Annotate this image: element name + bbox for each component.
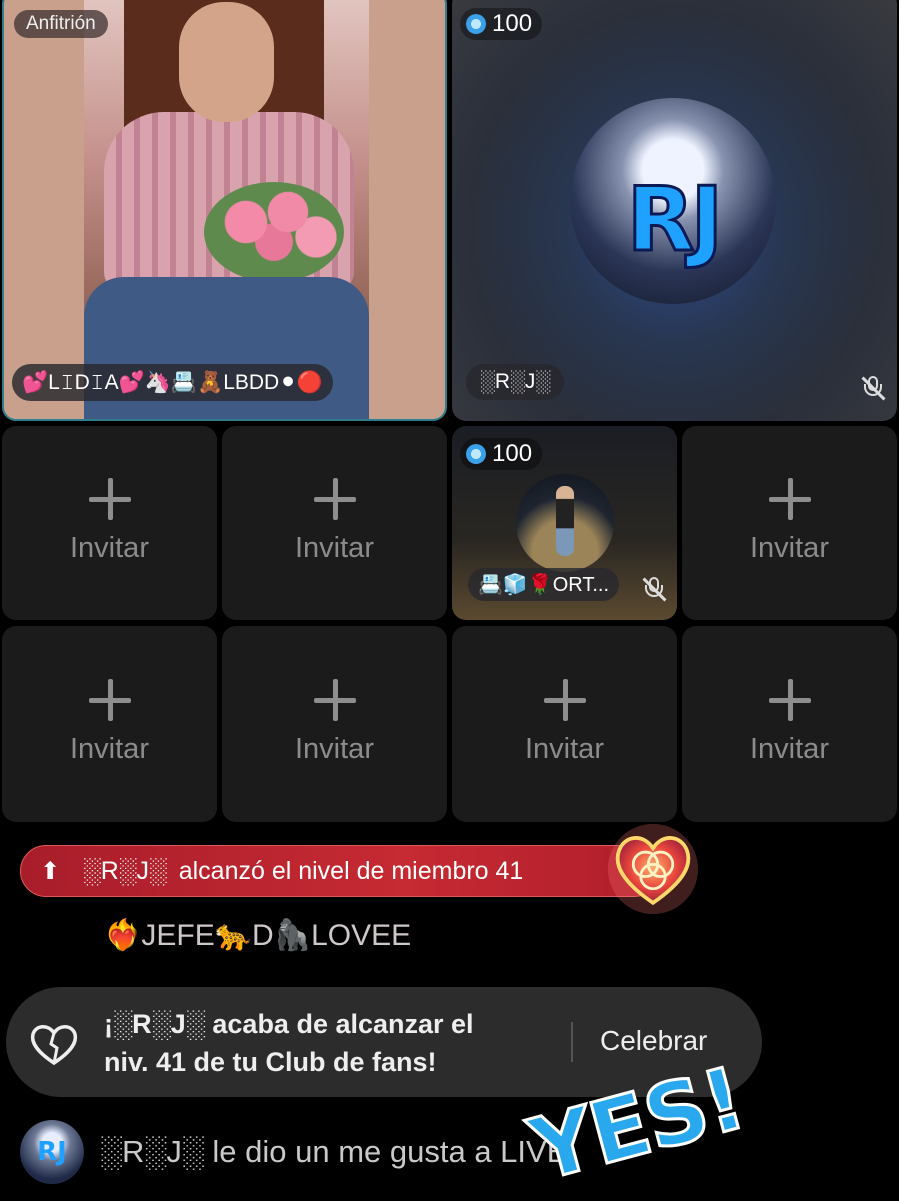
heart-badge-icon [607, 823, 699, 915]
fan-name-line: ❤️‍🔥JEFE🐆D🦍LOVEE [104, 919, 412, 952]
club-notice-text: ¡░R░J░ acaba de alcanzar el niv. 41 de t… [104, 1009, 474, 1077]
guest-tile-ort[interactable]: 100 📇🧊🌹ORT... [452, 426, 677, 620]
guest-avatar [516, 474, 614, 572]
host-video-tile[interactable]: Anfitrión 💕L𝙸D𝙸A💕🦄📇🧸LBDD⚫🔴 [2, 0, 447, 421]
invite-label: Invitar [295, 732, 374, 765]
arrow-up-icon: ⬆ [39, 857, 61, 885]
guest-tile-rj[interactable]: 100 RJ ░R░J░ [452, 0, 897, 421]
notice-text: alcanzó el nivel de miembro 41 [178, 856, 524, 885]
heart-outline-icon [30, 1025, 78, 1066]
plus-icon [767, 476, 813, 522]
notice-user: ░R░J░ [83, 856, 167, 885]
mic-off-icon [860, 375, 886, 401]
level-up-notice: ⬆ ░R░J░ alcanzó el nivel de miembro 41 [20, 845, 660, 897]
host-photo [84, 0, 369, 419]
invite-label: Invitar [70, 531, 149, 564]
invite-label: Invitar [750, 732, 829, 765]
plus-icon [87, 476, 133, 522]
like-message-text: ░R░J░ le dio un me gusta a LIVE [100, 1134, 568, 1169]
plus-icon [767, 677, 813, 723]
guest-avatar: RJ [570, 98, 776, 304]
invite-slot[interactable]: Invitar [222, 426, 447, 620]
host-badge: Anfitrión [14, 10, 108, 38]
invite-slot[interactable]: Invitar [222, 626, 447, 822]
invite-label: Invitar [295, 531, 374, 564]
invite-slot[interactable]: Invitar [452, 626, 677, 822]
plus-icon [87, 677, 133, 723]
chat-message: RJ ░R░J░ le dio un me gusta a LIVE [20, 1120, 567, 1184]
coin-count: 100 [460, 8, 543, 40]
celebrate-button[interactable]: Celebrar [600, 1025, 707, 1057]
invite-label: Invitar [525, 732, 604, 765]
plus-icon [312, 677, 358, 723]
plus-icon [312, 476, 358, 522]
invite-slot[interactable]: Invitar [2, 426, 217, 620]
host-name: 💕L𝙸D𝙸A💕🦄📇🧸LBDD⚫🔴 [22, 371, 323, 394]
host-name-pill[interactable]: 💕L𝙸D𝙸A💕🦄📇🧸LBDD⚫🔴 [12, 364, 333, 401]
guest-name-pill[interactable]: 📇🧊🌹ORT... [468, 568, 620, 601]
divider [571, 1022, 573, 1062]
guest-name-pill[interactable]: ░R░J░ [466, 364, 565, 400]
invite-label: Invitar [70, 732, 149, 765]
invite-slot[interactable]: Invitar [682, 426, 897, 620]
invite-slot[interactable]: Invitar [2, 626, 217, 822]
invite-slot[interactable]: Invitar [682, 626, 897, 822]
coin-icon [466, 14, 486, 34]
plus-icon [542, 677, 588, 723]
coin-icon [466, 444, 486, 464]
avatar[interactable]: RJ [20, 1120, 84, 1184]
avatar-logo-text: RJ [625, 166, 724, 272]
mic-off-icon [641, 576, 667, 602]
invite-label: Invitar [750, 531, 829, 564]
coin-count: 100 [460, 438, 543, 470]
